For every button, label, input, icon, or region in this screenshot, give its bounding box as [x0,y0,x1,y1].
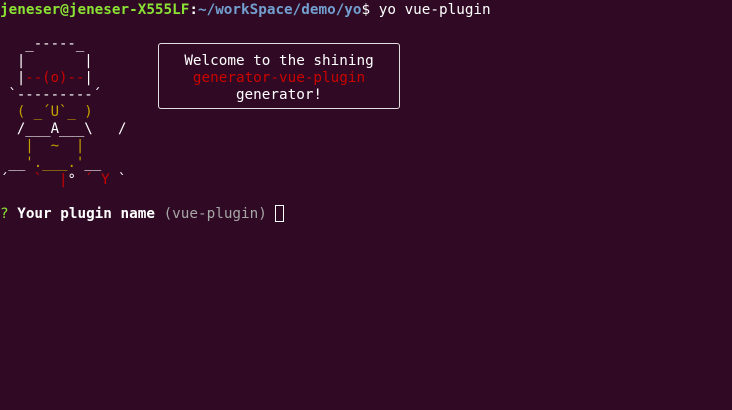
prompt-command: yo vue-plugin [370,2,491,18]
prompt-path: ~/workSpace/demo/yo [197,2,362,18]
question-label: Your plugin name [17,206,155,222]
art-row: |--(o)--| [0,70,93,86]
prompt-line: jeneser@jeneser-X555LF:~/workSpace/demo/… [0,1,491,19]
art-segment: '.___.' [25,155,85,171]
art-segment: ` | [33,172,68,188]
welcome-line: Welcome to the shining [184,53,374,69]
art-segment: | [84,70,93,86]
art-row: `---------´ [0,87,102,103]
question-marker: ? [0,206,9,222]
art-segment: ` [109,172,127,188]
terminal-window[interactable]: jeneser@jeneser-X555LF:~/workSpace/demo/… [0,0,732,410]
yeoman-ascii-art: _-----_ | | |--(o)--| `---------´ ( _´U`… [0,36,160,196]
art-row: ( _´U`_ ) [0,104,93,120]
art-row: __'.___.'__ [0,155,101,171]
art-segment: __ [0,155,26,171]
art-row: _-----_ [0,36,85,52]
question-line[interactable]: ? Your plugin name (vue-plugin) [0,205,285,223]
prompt-separator: : [189,2,198,18]
prompt-user-host: jeneser@jeneser-X555LF [0,2,190,18]
art-row: ´ ` |° ´ Y ` [0,172,126,188]
welcome-line: generator! [235,87,323,103]
prompt-dollar: $ [361,2,371,18]
input-cursor[interactable] [275,205,285,222]
art-segment: ´ [0,172,34,188]
welcome-generator-name: generator-vue-plugin [192,70,366,86]
art-row: /___A___\ / [0,121,127,137]
art-row: | ~ | [0,138,85,154]
question-default-value: (vue-plugin) [163,206,267,222]
art-segment: ° [67,172,85,188]
art-row: | | [0,53,93,69]
art-eye: --(o)-- [25,70,85,86]
art-segment: | [0,70,26,86]
art-segment: __ [84,155,102,171]
welcome-message-box: Welcome to the shining generator-vue-plu… [158,43,400,109]
art-segment: ´ Y [84,172,110,188]
